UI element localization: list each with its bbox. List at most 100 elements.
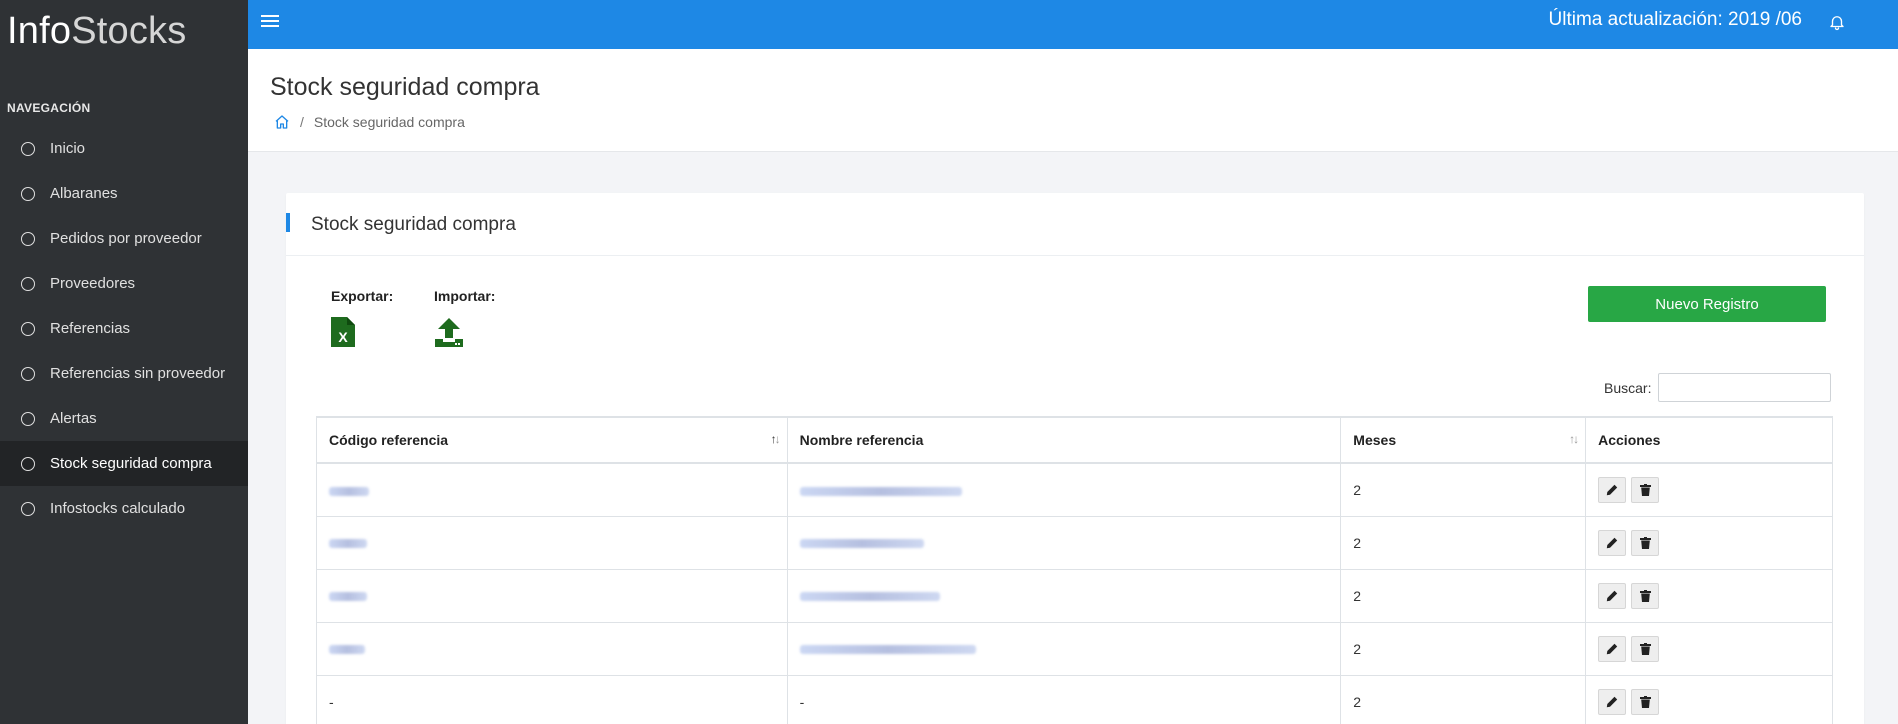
redacted-value: [329, 592, 367, 602]
sort-icon: ↑↓: [1569, 432, 1579, 446]
new-record-button[interactable]: Nuevo Registro: [1588, 286, 1826, 322]
topbar: Última actualización: 2019 /06: [248, 0, 1898, 49]
delete-button[interactable]: [1631, 688, 1660, 715]
records-table: Código referencia ↑↓ Nombre referencia Me…: [316, 416, 1833, 724]
trash-icon: [1639, 589, 1651, 602]
page-title: Stock seguridad compra: [270, 73, 540, 101]
sidebar-item-inicio[interactable]: Inicio: [0, 126, 248, 171]
cell-codigo: -: [316, 674, 788, 724]
cell-nombre: [786, 568, 1342, 623]
sidebar-item-alertas[interactable]: Alertas: [0, 396, 248, 441]
search-input[interactable]: [1658, 373, 1832, 402]
pencil-icon: [1606, 590, 1618, 601]
import-block: Importar:: [434, 288, 495, 347]
sidebar-item-albaranes[interactable]: Albaranes: [0, 171, 248, 216]
sidebar-item-label: Alertas: [50, 410, 97, 427]
trash-icon: [1639, 695, 1651, 708]
cell-codigo: [316, 568, 788, 623]
cell-acciones: [1585, 515, 1833, 570]
search-wrap: Buscar:: [1604, 373, 1832, 402]
redacted-value: [329, 645, 365, 655]
sidebar-item-proveedores[interactable]: Proveedores: [0, 261, 248, 306]
hamburger-icon[interactable]: [261, 12, 279, 28]
sidebar-item-pedidos-por-proveedor[interactable]: Pedidos por proveedor: [0, 216, 248, 261]
sidebar: InfoStocks NAVEGACIÓN Inicio Albaranes P…: [0, 0, 248, 724]
delete-button[interactable]: [1631, 476, 1660, 503]
sidebar-item-label: Pedidos por proveedor: [50, 230, 202, 247]
pencil-icon: [1606, 696, 1618, 707]
edit-button[interactable]: [1598, 582, 1627, 609]
trash-icon: [1639, 536, 1651, 549]
card-accent-bar: [286, 213, 290, 232]
sidebar-item-referencias-sin-proveedor[interactable]: Referencias sin proveedor: [0, 351, 248, 396]
breadcrumb: / Stock seguridad compra: [274, 114, 465, 130]
cell-nombre: -: [786, 674, 1342, 724]
excel-file-icon[interactable]: X: [331, 317, 355, 347]
cell-acciones: [1585, 462, 1833, 517]
cell-codigo: [316, 621, 788, 676]
th-acciones: Acciones: [1585, 416, 1833, 464]
pencil-icon: [1606, 484, 1618, 495]
edit-button[interactable]: [1598, 476, 1627, 503]
circle-icon: [21, 141, 35, 156]
circle-icon: [21, 501, 35, 516]
sidebar-item-infostocks-calculado[interactable]: Infostocks calculado: [0, 486, 248, 531]
bell-icon[interactable]: [1828, 12, 1846, 32]
sidebar-item-label: Stock seguridad compra: [50, 455, 212, 472]
sidebar-item-referencias[interactable]: Referencias: [0, 306, 248, 351]
main-card: Stock seguridad compra Exportar: X Impor…: [286, 193, 1864, 724]
table-header-row: Código referencia ↑↓ Nombre referencia Me…: [316, 416, 1833, 464]
redacted-value: [799, 592, 940, 602]
th-label: Código referencia: [329, 432, 449, 448]
edit-button[interactable]: [1598, 529, 1627, 556]
edit-button[interactable]: [1598, 688, 1627, 715]
redacted-value: [329, 486, 369, 496]
cell-meses: 2: [1340, 462, 1587, 517]
home-icon[interactable]: [274, 114, 290, 130]
table-row: - - 2: [316, 674, 1833, 724]
card-title: Stock seguridad compra: [311, 214, 516, 235]
delete-button[interactable]: [1631, 635, 1660, 662]
page-header: Stock seguridad compra / Stock seguridad…: [248, 49, 1898, 152]
th-label: Meses: [1353, 432, 1397, 448]
edit-button[interactable]: [1598, 635, 1627, 662]
import-label: Importar:: [434, 288, 496, 304]
th-label: Acciones: [1598, 432, 1661, 448]
th-meses[interactable]: Meses ↑↓: [1340, 416, 1587, 464]
delete-button[interactable]: [1631, 582, 1660, 609]
th-nombre-referencia[interactable]: Nombre referencia: [786, 416, 1342, 464]
cell-nombre: [786, 515, 1342, 570]
sidebar-item-stock-seguridad-compra[interactable]: Stock seguridad compra: [0, 441, 248, 486]
circle-icon: [21, 231, 35, 246]
breadcrumb-separator: /: [300, 114, 304, 130]
sidebar-item-label: Inicio: [50, 140, 86, 157]
table-row: 2: [316, 621, 1833, 676]
cell-meses: 2: [1340, 674, 1587, 724]
redacted-value: [799, 645, 976, 655]
upload-icon[interactable]: [434, 317, 464, 347]
th-codigo-referencia[interactable]: Código referencia ↑↓: [316, 416, 788, 464]
app-logo[interactable]: InfoStocks: [7, 10, 186, 53]
last-update-text: Última actualización: 2019 /06: [1548, 9, 1802, 30]
cell-acciones: [1585, 621, 1833, 676]
sort-asc-icon: ↑↓: [770, 432, 781, 446]
circle-icon: [21, 186, 35, 201]
redacted-value: [799, 539, 924, 549]
export-label: Exportar:: [331, 288, 394, 304]
logo-stocks: Stocks: [71, 10, 187, 52]
redacted-value: [799, 486, 962, 496]
circle-icon: [21, 276, 35, 291]
circle-icon: [21, 456, 35, 471]
delete-button[interactable]: [1631, 529, 1660, 556]
breadcrumb-current: Stock seguridad compra: [313, 114, 465, 130]
circle-icon: [21, 411, 35, 426]
cell-nombre: [786, 462, 1342, 517]
circle-icon: [21, 321, 35, 336]
export-block: Exportar: X: [331, 288, 393, 347]
cell-codigo: [316, 515, 788, 570]
circle-icon: [21, 366, 35, 381]
sidebar-item-label: Albaranes: [50, 185, 118, 202]
table-row: 2: [316, 568, 1833, 623]
sidebar-item-label: Infostocks calculado: [50, 500, 186, 517]
logo-info: Info: [7, 10, 72, 52]
